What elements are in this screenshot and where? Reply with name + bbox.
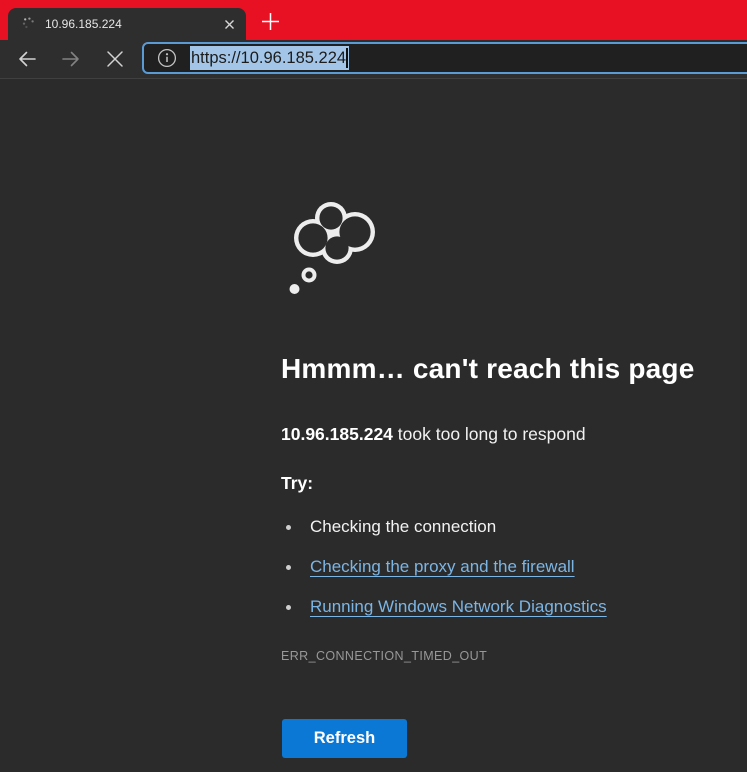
network-diagnostics-link[interactable]: Running Windows Network Diagnostics [310, 597, 607, 617]
browser-tab[interactable]: 10.96.185.224 [8, 8, 246, 40]
proxy-firewall-link[interactable]: Checking the proxy and the firewall [310, 557, 575, 577]
list-item: Running Windows Network Diagnostics [281, 587, 607, 627]
back-button[interactable] [10, 43, 44, 75]
forward-button[interactable] [54, 43, 88, 75]
error-code: ERR_CONNECTION_TIMED_OUT [281, 649, 487, 663]
error-subtitle-text: took too long to respond [393, 424, 586, 444]
suggestion-list: Checking the connection Checking the pro… [281, 507, 607, 627]
stop-button[interactable] [98, 43, 132, 75]
bullet-icon [286, 605, 291, 610]
navigation-bar: https://10.96.185.224 [0, 40, 747, 79]
new-tab-button[interactable] [255, 6, 285, 36]
error-title: Hmmm… can't reach this page [281, 353, 695, 385]
refresh-button[interactable]: Refresh [282, 719, 407, 758]
cloud-thought-bubble-icon [277, 195, 377, 300]
bullet-icon [286, 565, 291, 570]
error-page: Hmmm… can't reach this page 10.96.185.22… [0, 79, 747, 771]
back-arrow-icon [16, 48, 38, 70]
text-caret [346, 48, 348, 68]
try-label: Try: [281, 473, 313, 494]
tab-strip: 10.96.185.224 [0, 0, 747, 40]
tab-title: 10.96.185.224 [45, 17, 211, 31]
tab-loading-spinner-icon [20, 16, 36, 32]
info-icon [157, 48, 177, 68]
list-item: Checking the proxy and the firewall [281, 547, 607, 587]
url-selected-text: https://10.96.185.224 [191, 46, 346, 70]
address-bar[interactable]: https://10.96.185.224 [142, 42, 747, 74]
tab-close-icon[interactable] [220, 15, 238, 33]
error-subtitle: 10.96.185.224 took too long to respond [281, 423, 586, 446]
site-info-button[interactable] [152, 45, 182, 71]
stop-x-icon [105, 49, 125, 69]
list-item: Checking the connection [281, 507, 607, 547]
bullet-icon [286, 525, 291, 530]
error-host: 10.96.185.224 [281, 424, 393, 444]
suggestion-text: Checking the connection [310, 517, 496, 537]
plus-icon [261, 12, 280, 31]
address-input[interactable]: https://10.96.185.224 [190, 46, 349, 70]
forward-arrow-icon [60, 48, 82, 70]
